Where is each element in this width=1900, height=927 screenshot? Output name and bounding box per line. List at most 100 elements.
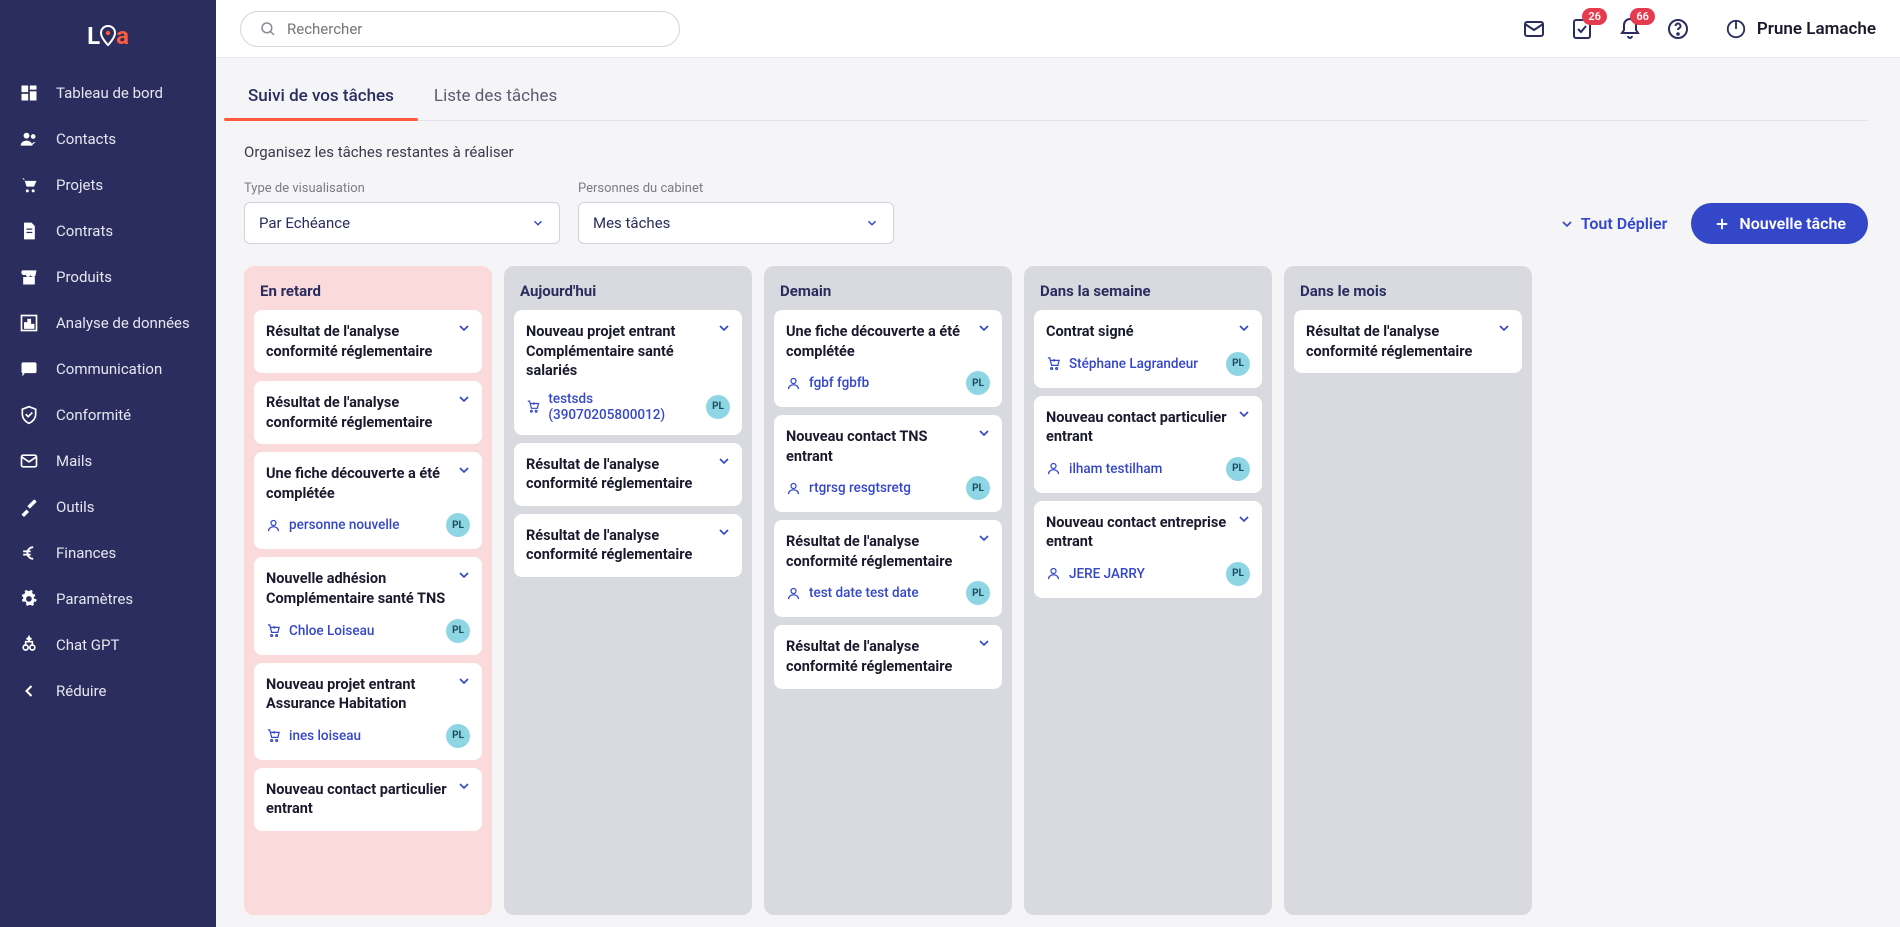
- mail-icon[interactable]: [1521, 16, 1547, 42]
- sidebar-item-people[interactable]: Contacts: [0, 116, 216, 162]
- help-icon[interactable]: [1665, 16, 1691, 42]
- logo[interactable]: La: [0, 12, 216, 70]
- task-card[interactable]: Nouveau projet entrant Complémentaire sa…: [514, 310, 742, 435]
- user-menu[interactable]: Prune Lamache: [1725, 18, 1876, 40]
- avatar: PL: [706, 395, 730, 419]
- card-title: Une fiche découverte a été complétée: [266, 464, 470, 503]
- filter-type-select[interactable]: Par Echéance: [244, 202, 560, 244]
- sidebar-item-spark[interactable]: Chat GPT: [0, 622, 216, 668]
- nav: Tableau de bord ContactsProjetsContrats Pr…: [0, 70, 216, 714]
- card-link[interactable]: test date test date: [786, 585, 919, 601]
- card-link[interactable]: testsds (39070205800012): [526, 391, 706, 423]
- chart-icon: [18, 312, 40, 334]
- new-task-button[interactable]: Nouvelle tâche: [1691, 203, 1868, 244]
- chevron-down-icon[interactable]: [976, 635, 992, 651]
- card-title: Résultat de l'analyse conformité régleme…: [526, 455, 730, 494]
- sidebar-item-gear[interactable]: Paramètres: [0, 576, 216, 622]
- tasks-icon[interactable]: 26: [1569, 16, 1595, 42]
- task-card[interactable]: Une fiche découverte a été complétéefgbf…: [774, 310, 1002, 407]
- column: DemainUne fiche découverte a été complét…: [764, 266, 1012, 915]
- search-input[interactable]: [287, 20, 661, 38]
- sidebar-item-tools[interactable]: Outils: [0, 484, 216, 530]
- sidebar-item-store[interactable]: Produits: [0, 254, 216, 300]
- chevron-down-icon[interactable]: [976, 320, 992, 336]
- sidebar-item-back[interactable]: Réduire: [0, 668, 216, 714]
- sidebar-item-mail[interactable]: Mails: [0, 438, 216, 484]
- card-link[interactable]: fgbf fgbfb: [786, 375, 869, 391]
- tasks-badge: 26: [1582, 8, 1607, 25]
- tab-liste[interactable]: Liste des tâches: [430, 76, 561, 120]
- task-card[interactable]: Une fiche découverte a été complétée pers…: [254, 452, 482, 549]
- euro-icon: [18, 542, 40, 564]
- task-card[interactable]: Résultat de l'analyse conformité régleme…: [774, 625, 1002, 688]
- task-card[interactable]: Résultat de l'analyse conformité régleme…: [514, 443, 742, 506]
- task-card[interactable]: Contrat signéStéphane LagrandeurPL: [1034, 310, 1262, 388]
- filter-people-select[interactable]: Mes tâches: [578, 202, 894, 244]
- chevron-down-icon: [1559, 216, 1575, 232]
- chevron-down-icon[interactable]: [456, 320, 472, 336]
- card-link[interactable]: Chloe Loiseau: [266, 623, 374, 639]
- chevron-down-icon[interactable]: [976, 530, 992, 546]
- task-card[interactable]: Nouvelle adhésion Complémentaire santé T…: [254, 557, 482, 654]
- card-link[interactable]: personne nouvelle: [266, 517, 399, 533]
- sidebar-item-euro[interactable]: Finances: [0, 530, 216, 576]
- task-card[interactable]: Nouveau contact entreprise entrant JERE J…: [1034, 501, 1262, 598]
- people-icon: [18, 128, 40, 150]
- task-card[interactable]: Nouveau contact TNS entrantrtgrsg resgts…: [774, 415, 1002, 512]
- task-card[interactable]: Résultat de l'analyse conformité régleme…: [514, 514, 742, 577]
- chevron-down-icon[interactable]: [456, 778, 472, 794]
- chevron-down-icon[interactable]: [1236, 406, 1252, 422]
- sidebar-item-dashboard[interactable]: Tableau de bord: [0, 70, 216, 116]
- sidebar-item-chart[interactable]: Analyse de données: [0, 300, 216, 346]
- card-link[interactable]: JERE JARRY: [1046, 566, 1145, 582]
- notif-badge: 66: [1630, 8, 1655, 25]
- chevron-down-icon[interactable]: [716, 320, 732, 336]
- card-link[interactable]: rtgrsg resgtsretg: [786, 480, 911, 496]
- sidebar-item-shield[interactable]: Conformité: [0, 392, 216, 438]
- chevron-down-icon[interactable]: [1236, 511, 1252, 527]
- header: 26 66 Prune Lamache: [216, 0, 1900, 58]
- task-card[interactable]: Résultat de l'analyse conformité régleme…: [1294, 310, 1522, 373]
- task-card[interactable]: Nouveau contact particulier entrantilham…: [1034, 396, 1262, 493]
- chevron-down-icon[interactable]: [1496, 320, 1512, 336]
- sidebar-item-label: Produits: [56, 268, 112, 286]
- chevron-down-icon[interactable]: [456, 673, 472, 689]
- sidebar-item-cart[interactable]: Projets: [0, 162, 216, 208]
- avatar: PL: [446, 513, 470, 537]
- chevron-down-icon[interactable]: [456, 462, 472, 478]
- avatar: PL: [966, 581, 990, 605]
- bell-icon[interactable]: 66: [1617, 16, 1643, 42]
- column-title: Dans le mois: [1294, 276, 1522, 310]
- sidebar-item-label: Réduire: [56, 682, 106, 700]
- task-card[interactable]: Résultat de l'analyse conformité régleme…: [254, 310, 482, 373]
- column: Dans le mois Résultat de l'analyse confor…: [1284, 266, 1532, 915]
- kanban-board: En retardRésultat de l'analyse conformit…: [244, 266, 1868, 927]
- column-title: En retard: [254, 276, 482, 310]
- card-title: Résultat de l'analyse conformité régleme…: [1306, 322, 1510, 361]
- search-box[interactable]: [240, 11, 680, 47]
- task-card[interactable]: Résultat de l'analyse conformité régleme…: [774, 520, 1002, 617]
- sidebar-item-document[interactable]: Contrats: [0, 208, 216, 254]
- card-link[interactable]: ilham testilham: [1046, 461, 1162, 477]
- gear-icon: [18, 588, 40, 610]
- chevron-down-icon[interactable]: [716, 524, 732, 540]
- tab-suivi[interactable]: Suivi de vos tâches: [244, 76, 398, 120]
- sidebar-item-chat[interactable]: Communication: [0, 346, 216, 392]
- card-title: Nouveau projet entrant Assurance Habitat…: [266, 675, 470, 714]
- card-link[interactable]: Stéphane Lagrandeur: [1046, 356, 1198, 372]
- sidebar-item-label: Chat GPT: [56, 636, 119, 654]
- chevron-down-icon[interactable]: [456, 567, 472, 583]
- task-card[interactable]: Nouveau contact particulier entrant: [254, 768, 482, 831]
- task-card[interactable]: Nouveau projet entrant Assurance Habitat…: [254, 663, 482, 760]
- chevron-down-icon[interactable]: [976, 425, 992, 441]
- card-link[interactable]: ines loiseau: [266, 728, 361, 744]
- chevron-down-icon[interactable]: [716, 453, 732, 469]
- sidebar-item-label: Tableau de bord: [56, 84, 163, 102]
- chevron-down-icon[interactable]: [456, 391, 472, 407]
- task-card[interactable]: Résultat de l'analyse conformité régleme…: [254, 381, 482, 444]
- expand-all-button[interactable]: Tout Déplier: [1559, 214, 1668, 233]
- card-title: Nouveau contact entreprise entrant: [1046, 513, 1250, 552]
- card-title: Résultat de l'analyse conformité régleme…: [786, 532, 990, 571]
- chevron-down-icon[interactable]: [1236, 320, 1252, 336]
- chevron-down-icon: [865, 216, 879, 230]
